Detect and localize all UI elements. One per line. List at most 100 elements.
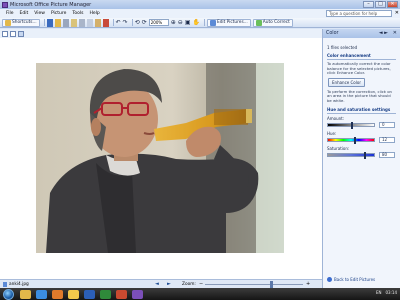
next-picture-button[interactable]: ► (167, 281, 171, 287)
messenger-icon[interactable] (68, 289, 79, 299)
enhancement-text: To automatically correct the color balan… (327, 61, 391, 76)
zoom-slider-thumb[interactable] (270, 281, 273, 288)
start-button[interactable] (3, 288, 14, 300)
help-search-input[interactable]: Type a question for help (326, 10, 392, 17)
hue-label: Hue: (327, 130, 337, 136)
close-button[interactable]: ✕ (387, 1, 398, 8)
zoom-out-icon[interactable]: ⊖ (178, 19, 183, 27)
toolbar-separator (203, 19, 205, 26)
windows-taskbar: EN 03:14 (0, 288, 400, 300)
hue-value-input[interactable]: 12 (379, 136, 395, 143)
fit-icon[interactable]: ▣ (185, 19, 191, 27)
edit-pictures-label: Edit Pictures... (216, 20, 248, 25)
maximize-button[interactable]: □ (375, 1, 386, 8)
back-to-edit-pictures-link[interactable]: Back to Edit Pictures (327, 277, 375, 282)
thumbnail-view-icon[interactable] (2, 30, 8, 37)
save-icon[interactable] (46, 18, 53, 27)
browser-icon[interactable] (36, 289, 47, 299)
main-toolbar: Shortcuts... ↶ ↷ ⟲ ⟳ 200% ⊕ ⊖ ▣ ✋ Edit P… (0, 18, 400, 28)
hue-slider[interactable] (327, 136, 375, 144)
picture-canvas[interactable] (0, 38, 322, 280)
folder-icon[interactable] (54, 18, 61, 27)
tray-clock[interactable]: 03:14 (385, 290, 397, 295)
task-pane-close-button[interactable]: ✕ (393, 30, 397, 36)
minimize-button[interactable]: – (363, 1, 374, 8)
app-icon (2, 1, 8, 8)
outlook-icon[interactable] (116, 289, 127, 299)
hue-slider-thumb[interactable] (354, 136, 356, 144)
photo-preview[interactable] (36, 63, 284, 253)
shortcuts-icon (5, 19, 11, 26)
auto-correct-icon (255, 19, 262, 26)
title-bar: Microsoft Office Picture Manager – □ ✕ (0, 0, 400, 9)
auto-correct-button[interactable]: Auto Correct (252, 18, 293, 27)
paste-icon[interactable] (94, 18, 101, 27)
excel-icon[interactable] (100, 289, 111, 299)
back-link-label: Back to Edit Pictures (334, 277, 376, 282)
mail-icon[interactable] (70, 18, 77, 27)
amount-value-input[interactable]: 0 (379, 121, 395, 128)
hue-saturation-heading: Hue and saturation settings (327, 106, 391, 112)
status-bar: anki4.jpg ◄ ► Zoom: − + (0, 279, 322, 288)
amount-slider[interactable] (327, 121, 375, 129)
prev-picture-button[interactable]: ◄ (155, 281, 159, 287)
toolbar-separator (112, 19, 114, 26)
menu-help[interactable]: Help (90, 11, 100, 16)
language-indicator[interactable]: EN (376, 290, 382, 295)
saturation-slider-thumb[interactable] (364, 151, 366, 159)
hue-slider-row: 12 (327, 136, 396, 144)
window-title: Microsoft Office Picture Manager (10, 1, 92, 8)
menu-view[interactable]: View (34, 11, 45, 16)
print-icon[interactable] (62, 18, 69, 27)
zoom-in-button[interactable]: + (306, 281, 310, 287)
files-selected-text: 1 files selected (327, 45, 358, 50)
saturation-slider[interactable] (327, 151, 375, 159)
zoom-in-icon[interactable]: ⊕ (171, 19, 176, 27)
rotate-right-icon[interactable]: ⟳ (142, 19, 147, 27)
cut-icon[interactable] (78, 18, 85, 27)
redo-icon[interactable]: ↷ (123, 19, 128, 27)
status-filename: anki4.jpg (9, 281, 29, 287)
filmstrip-view-icon[interactable] (10, 30, 16, 37)
window-controls: – □ ✕ (363, 1, 398, 8)
enhancement-heading: Color enhancement (327, 53, 371, 58)
shortcuts-label: Shortcuts... (12, 20, 37, 25)
zoom-out-button[interactable]: − (199, 281, 203, 287)
toolbar-separator (43, 19, 45, 26)
rotate-left-icon[interactable]: ⟲ (135, 19, 140, 27)
menu-tools[interactable]: Tools (72, 11, 83, 16)
perform-correction-text: To perform the correction, click on an a… (327, 88, 392, 103)
menu-edit[interactable]: Edit (20, 11, 29, 16)
enhance-color-button[interactable]: Enhance Color (328, 77, 365, 87)
amount-label: Amount: (327, 115, 345, 121)
edit-pictures-button[interactable]: Edit Pictures... (206, 18, 251, 27)
undo-icon[interactable]: ↶ (116, 19, 121, 27)
menu-file[interactable]: File (6, 11, 14, 16)
view-toolbar (0, 29, 322, 38)
task-pane-title: Color (326, 31, 339, 36)
amount-slider-thumb[interactable] (351, 121, 353, 129)
zoom-select[interactable]: 200% (148, 19, 169, 26)
section-divider (327, 112, 396, 114)
menu-picture[interactable]: Picture (51, 11, 66, 16)
single-view-icon[interactable] (18, 30, 24, 37)
word-icon[interactable] (84, 289, 95, 299)
media-player-icon[interactable] (52, 289, 63, 299)
task-pane-nav[interactable]: ◄ ► (379, 30, 388, 36)
photo-image (36, 63, 284, 253)
shortcuts-button[interactable]: Shortcuts... (2, 18, 40, 27)
back-arrow-icon (327, 277, 332, 282)
task-pane-header: Color ◄ ► ✕ (323, 29, 400, 38)
saturation-slider-row: 80 (327, 151, 396, 159)
doc-close-icon[interactable]: ✕ (395, 10, 399, 16)
zoom-slider-track[interactable] (205, 284, 303, 285)
saturation-label: Saturation: (327, 145, 350, 151)
explorer-icon[interactable] (20, 289, 31, 299)
saturation-value-input[interactable]: 80 (379, 151, 395, 158)
copy-icon[interactable] (86, 18, 93, 27)
task-pane-body: 1 files selected Color enhancement To au… (323, 38, 400, 288)
picture-manager-icon[interactable] (132, 289, 143, 299)
pan-icon[interactable]: ✋ (193, 19, 200, 27)
color-task-pane: Color ◄ ► ✕ 1 files selected Color enhan… (322, 29, 400, 288)
delete-icon[interactable] (102, 18, 109, 27)
